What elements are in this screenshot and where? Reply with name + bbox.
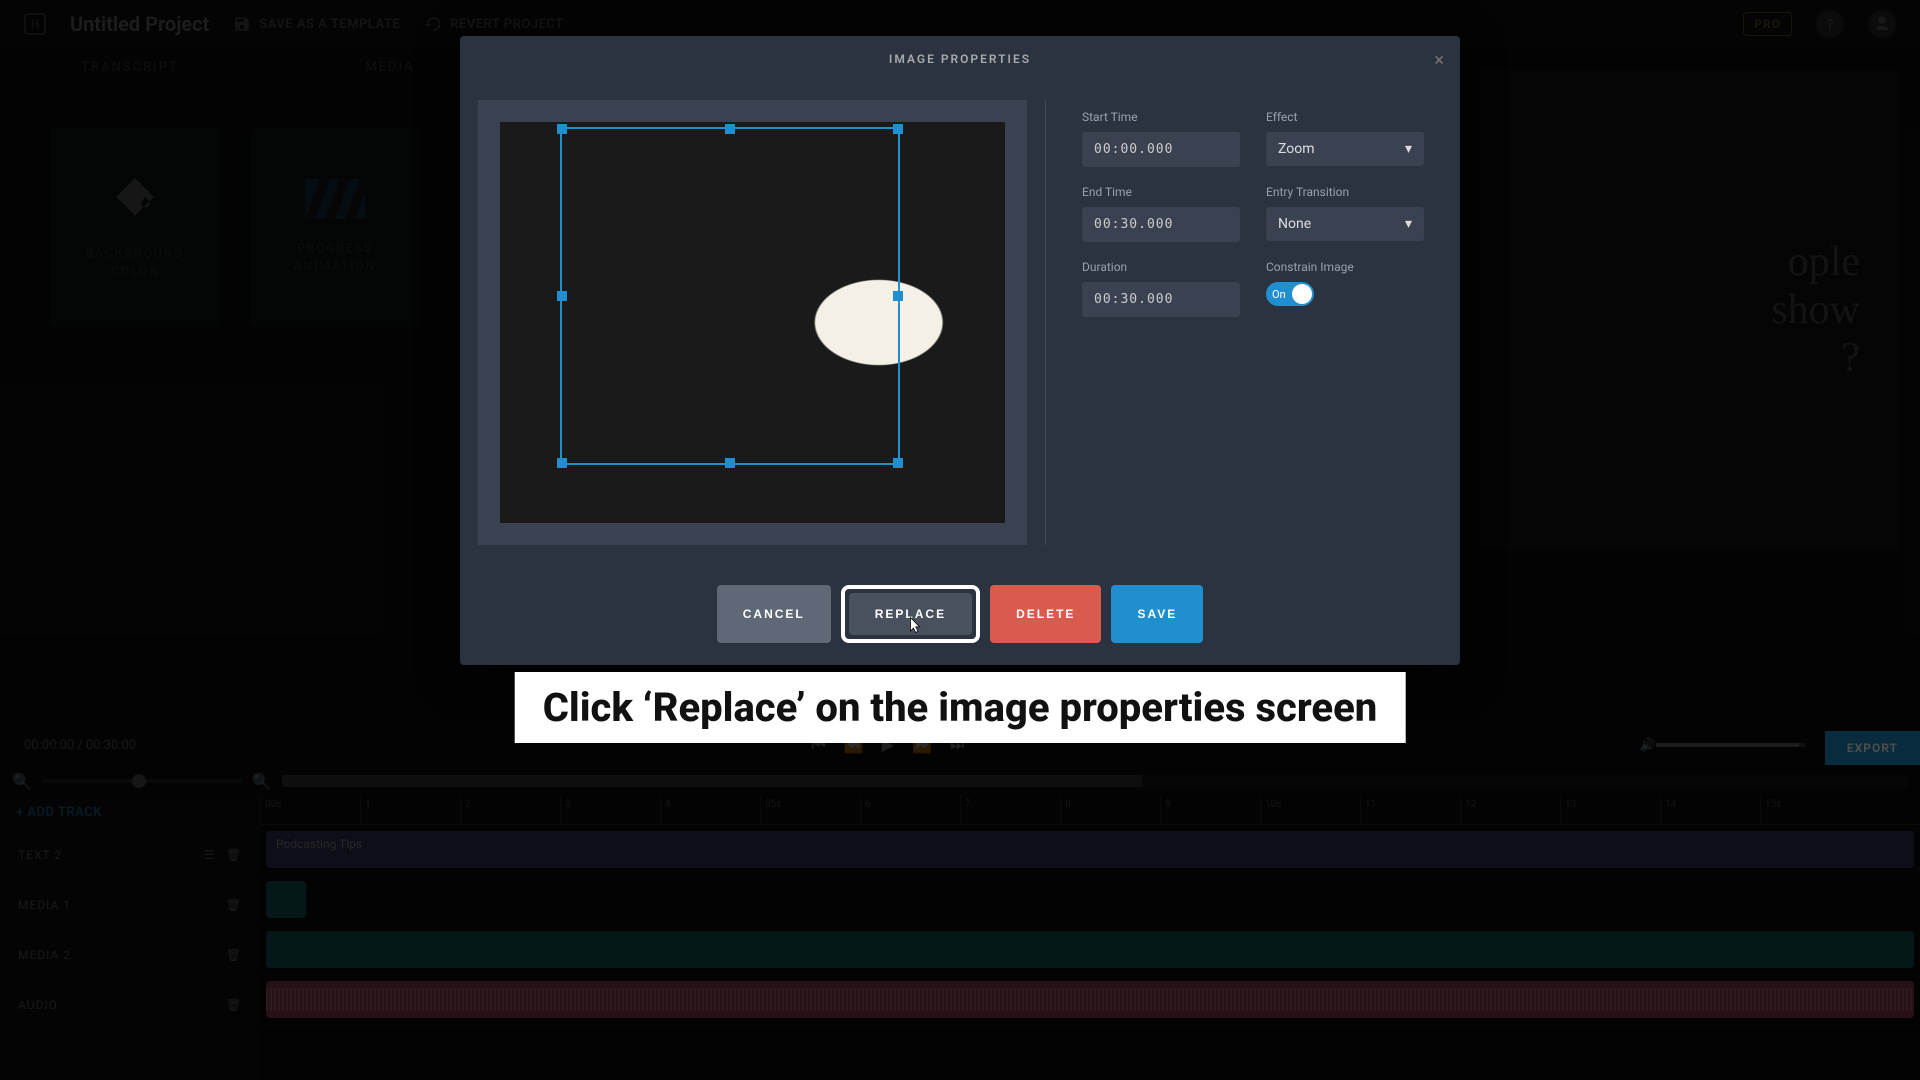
crop-handle-sw[interactable] [557,458,567,468]
image-photo[interactable] [500,122,1005,523]
cursor-pointer-icon [906,614,924,636]
crop-handle-e[interactable] [893,291,903,301]
start-time-input[interactable] [1082,132,1240,167]
modal-header: IMAGE PROPERTIES × [460,36,1460,82]
duration-input[interactable] [1082,282,1240,317]
delete-button[interactable]: DELETE [990,585,1101,643]
crop-handle-n[interactable] [725,124,735,134]
properties-pane: Start Time Effect Zoom ▾ End Time Entry … [1046,82,1460,563]
crop-handle-s[interactable] [725,458,735,468]
modal-footer: CANCEL REPLACE DELETE SAVE [460,563,1460,665]
crop-rectangle[interactable] [560,127,900,465]
end-time-input[interactable] [1082,207,1240,242]
effect-label: Effect [1266,110,1424,124]
effect-select[interactable]: Zoom ▾ [1266,132,1424,166]
image-properties-modal: IMAGE PROPERTIES × [460,36,1460,665]
constrain-label: Constrain Image [1266,260,1424,274]
image-crop-area[interactable] [478,100,1027,545]
modal-title: IMAGE PROPERTIES [889,52,1031,66]
image-preview-pane [460,82,1045,563]
crop-handle-ne[interactable] [893,124,903,134]
instruction-banner: Click ‘Replace’ on the image properties … [515,672,1406,743]
chevron-down-icon: ▾ [1405,141,1412,157]
save-button[interactable]: SAVE [1111,585,1203,643]
chevron-down-icon: ▾ [1405,216,1412,232]
crop-handle-se[interactable] [893,458,903,468]
toggle-on-label: On [1272,288,1286,301]
effect-value: Zoom [1278,141,1315,157]
cancel-button[interactable]: CANCEL [717,585,831,643]
crop-handle-w[interactable] [557,291,567,301]
entry-transition-label: Entry Transition [1266,185,1424,199]
entry-transition-select[interactable]: None ▾ [1266,207,1424,241]
entry-value: None [1278,216,1311,232]
close-icon[interactable]: × [1434,50,1444,71]
crop-handle-nw[interactable] [557,124,567,134]
start-time-label: Start Time [1082,110,1240,124]
end-time-label: End Time [1082,185,1240,199]
duration-label: Duration [1082,260,1240,274]
constrain-toggle[interactable]: On [1266,282,1314,306]
